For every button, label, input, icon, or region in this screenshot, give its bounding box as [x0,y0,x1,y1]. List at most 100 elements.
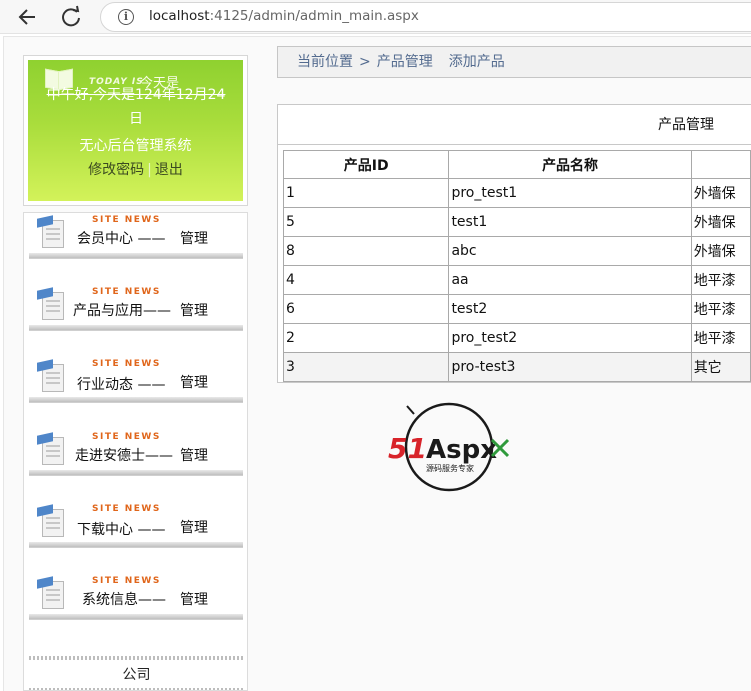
product-management-panel: 产品管理 产品ID 产品名称 1 pro_test1 外墙保 5 test1 外… [277,104,751,383]
sidebar-item-manage-link[interactable]: 管理 [180,589,208,609]
url-text[interactable]: localhost:4125/admin/admin_main.aspx [149,8,419,24]
breadcrumb: 当前位置 > 产品管理 添加产品 [277,46,751,78]
sidebar-item-company[interactable]: 公司 [24,664,249,684]
sidebar-item-label: 产品与应用—— [73,303,171,319]
site-news-badge: SITE NEWS [92,576,161,586]
sidebar-item-industry-news[interactable]: SITE NEWS 行业动态 —— 管理 [29,357,243,403]
table-row[interactable]: 3 pro-test3 其它 [282,352,751,382]
sidebar-item-system-info[interactable]: SITE NEWS 系统信息—— 管理 [29,574,243,620]
reload-icon[interactable] [58,4,84,30]
info-icon[interactable]: i [118,9,134,25]
sidebar-item-downloads[interactable]: SITE NEWS 下载中心 —— 管理 [29,502,243,548]
divider-bar [29,325,243,331]
column-header-category [690,150,751,179]
sidebar-menu: SITE NEWS 会员中心 —— 管理 SITE NEWS 产品与应用—— 管… [23,212,248,691]
sidebar-item-manage-link[interactable]: 管理 [180,300,208,320]
51aspx-logo: 51 Aspx 源码服务专家 [388,402,514,494]
divider-bar [29,470,243,476]
cell-category: 地平漆 [690,265,751,295]
sidebar-item-manage-link[interactable]: 管理 [180,517,208,537]
breadcrumb-separator: > [359,54,371,70]
sidebar-item-label: 系统信息—— [82,592,166,608]
site-news-badge: SITE NEWS [92,359,161,369]
sidebar-item-products[interactable]: SITE NEWS 产品与应用—— 管理 [29,285,243,331]
logo-51: 51 [388,432,427,465]
divider-bar [29,397,243,403]
site-news-badge: SITE NEWS [92,287,161,297]
cell-category: 其它 [690,352,751,382]
document-icon [37,359,67,395]
user-info-banner: TODAY IS 今天是 中午好,今天是124年12月24 日 无心后台管理系统… [28,60,243,201]
cell-id: 8 [282,236,450,266]
cell-name: pro_test2 [448,323,692,353]
divider-bar [29,253,243,259]
divider-bar [29,542,243,548]
cell-id: 4 [282,265,450,295]
add-product-link[interactable]: 添加产品 [449,54,505,70]
table-row[interactable]: 8 abc 外墙保 [282,236,751,266]
document-icon [37,432,67,468]
sidebar-item-label: 会员中心 —— [77,231,166,247]
dotted-divider [29,656,243,660]
site-news-badge: SITE NEWS [92,504,161,514]
panel-title: 产品管理 [278,105,751,145]
cell-id: 2 [282,323,450,353]
sidebar-item-manage-link[interactable]: 管理 [180,372,208,392]
link-separator: | [147,162,152,178]
logo-tagline: 源码服务专家 [426,463,474,473]
change-password-link[interactable]: 修改密码 [88,162,144,178]
table-row[interactable]: 5 test1 外墙保 [282,207,751,237]
sidebar-item-manage-link[interactable]: 管理 [180,228,208,248]
table-header-row: 产品ID 产品名称 [282,150,751,179]
column-header-name: 产品名称 [448,150,692,179]
system-name: 无心后台管理系统 [79,138,192,154]
browser-toolbar: i localhost:4125/admin/admin_main.aspx [0,0,751,34]
table-row[interactable]: 6 test2 地平漆 [282,294,751,324]
cell-category: 地平漆 [690,294,751,324]
greeting-line-1: 中午好,今天是124年12月24 [46,87,226,103]
document-icon [37,576,67,612]
user-info-panel: TODAY IS 今天是 中午好,今天是124年12月24 日 无心后台管理系统… [23,55,248,206]
url-host: localhost [149,8,210,24]
cell-id: 6 [282,294,450,324]
cell-name: test1 [448,207,692,237]
sidebar-item-label: 走进安德士—— [75,448,173,464]
table-row[interactable]: 4 aa 地平漆 [282,265,751,295]
table-row[interactable]: 1 pro_test1 外墙保 [282,178,751,208]
cell-category: 外墙保 [690,207,751,237]
site-news-badge: SITE NEWS [92,215,161,225]
greeting-line-2: 日 [129,111,143,127]
user-links: 修改密码 | 退出 [28,159,243,179]
cell-name: abc [448,236,692,266]
greeting: 中午好,今天是124年12月24 日 [36,83,236,131]
site-news-badge: SITE NEWS [92,432,161,442]
cell-name: test2 [448,294,692,324]
breadcrumb-section: 产品管理 [376,54,433,70]
cell-id: 1 [282,178,450,208]
cell-id: 3 [282,352,450,382]
product-table: 产品ID 产品名称 1 pro_test1 外墙保 5 test1 外墙保 8 … [282,150,751,382]
document-icon [37,215,67,251]
cell-id: 5 [282,207,450,237]
document-icon [37,287,67,323]
cell-name: pro-test3 [448,352,692,382]
column-header-id: 产品ID [282,150,450,179]
cell-name: pro_test1 [448,178,692,208]
divider-bar [29,614,243,620]
cell-name: aa [448,265,692,295]
cell-category: 地平漆 [690,323,751,353]
cell-category: 外墙保 [690,236,751,266]
logo-aspx: Aspx [426,435,497,465]
sidebar-item-about[interactable]: SITE NEWS 走进安德士—— 管理 [29,430,243,476]
table-row[interactable]: 2 pro_test2 地平漆 [282,323,751,353]
arrow-left-icon[interactable] [15,4,41,30]
sidebar-item-manage-link[interactable]: 管理 [180,445,208,465]
document-icon [37,504,67,540]
address-bar[interactable]: i localhost:4125/admin/admin_main.aspx [100,2,751,32]
breadcrumb-current: 当前位置 [297,54,353,70]
logout-link[interactable]: 退出 [155,162,183,178]
sidebar-item-member-center[interactable]: SITE NEWS 会员中心 —— 管理 [29,213,243,259]
cell-category: 外墙保 [690,178,751,208]
sidebar-item-label: 下载中心 —— [77,522,166,538]
url-path: :4125/admin/admin_main.aspx [209,8,419,24]
